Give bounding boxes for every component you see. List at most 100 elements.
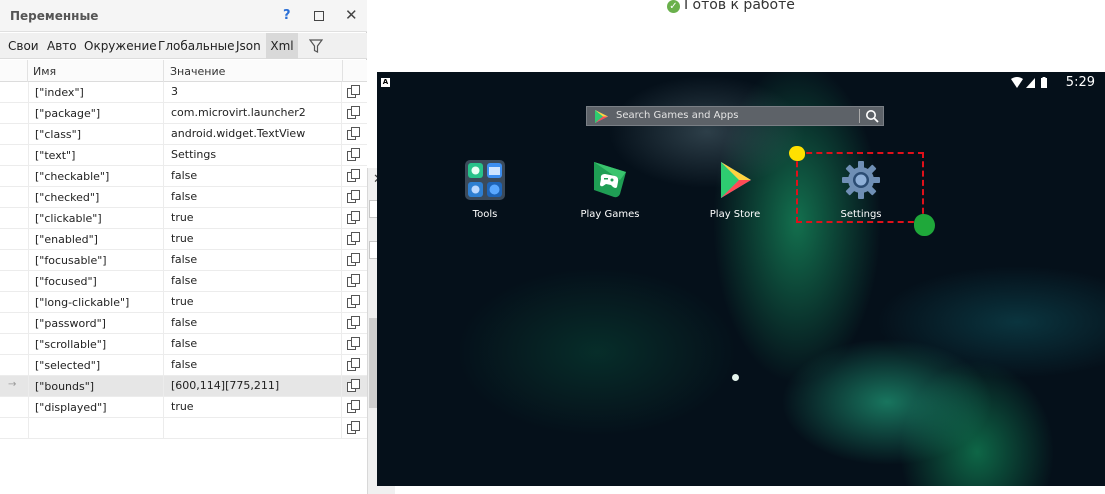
emulator-screen[interactable]: A 5:29 Search Games and Apps Tools Play …: [377, 72, 1105, 486]
copy-icon[interactable]: [347, 169, 360, 182]
variable-name: [28, 418, 164, 439]
table-row[interactable]: ["focusable"] false: [0, 250, 367, 271]
tools-folder-icon: [465, 160, 505, 200]
variable-name: ["scrollable"]: [28, 334, 164, 355]
copy-icon[interactable]: [347, 400, 360, 413]
variable-value[interactable]: Settings: [164, 145, 342, 166]
copy-icon[interactable]: [347, 211, 360, 224]
table-row[interactable]: ["focused"] false: [0, 271, 367, 292]
clock: 5:29: [1065, 75, 1095, 90]
tab-xml[interactable]: Xml: [266, 33, 298, 59]
play-store-icon: [721, 162, 751, 198]
copy-icon[interactable]: [347, 316, 360, 329]
copy-icon[interactable]: [347, 253, 360, 266]
tab-global[interactable]: Глобальные: [156, 33, 237, 59]
copy-icon[interactable]: [347, 148, 360, 161]
variable-value[interactable]: com.microvirt.launcher2: [164, 103, 342, 124]
search-icon[interactable]: [865, 109, 879, 123]
tab-svoi[interactable]: Свои: [6, 33, 41, 59]
copy-icon[interactable]: [347, 358, 360, 371]
background-scrollbar[interactable]: [369, 318, 377, 408]
android-status-bar: A 5:29: [377, 72, 1105, 94]
search-bar[interactable]: Search Games and Apps: [586, 106, 884, 126]
notification-icon: A: [381, 78, 390, 87]
table-body: ["index"] 3 ["package"] com.microvirt.la…: [0, 82, 367, 439]
variable-name: ["checkable"]: [28, 166, 164, 187]
app-play-games[interactable]: Play Games: [560, 160, 660, 220]
variable-name: ["selected"]: [28, 355, 164, 376]
tab-json[interactable]: Json: [234, 33, 263, 59]
table-row[interactable]: ["displayed"] true: [0, 397, 367, 418]
selection-highlight: [796, 152, 924, 223]
search-placeholder: Search Games and Apps: [616, 110, 739, 121]
app-label: Play Store: [709, 209, 761, 220]
maximize-icon[interactable]: [314, 11, 324, 21]
copy-icon[interactable]: [347, 421, 360, 434]
column-divider: [163, 60, 164, 82]
table-row[interactable]: ["text"] Settings: [0, 145, 367, 166]
tab-avto[interactable]: Авто: [45, 33, 79, 59]
variable-value[interactable]: false: [164, 187, 342, 208]
copy-icon[interactable]: [347, 85, 360, 98]
copy-icon[interactable]: [347, 295, 360, 308]
table-row[interactable]: ["index"] 3: [0, 82, 367, 103]
variable-name: ["password"]: [28, 313, 164, 334]
table-row[interactable]: [0, 418, 367, 439]
variables-panel: Переменные ? ✕ Свои Авто Окружение Глоба…: [0, 0, 367, 494]
variable-value[interactable]: false: [164, 313, 342, 334]
table-row[interactable]: → ["bounds"] [600,114][775,211]: [0, 376, 367, 397]
variable-name: ["checked"]: [28, 187, 164, 208]
variable-value[interactable]: 3: [164, 82, 342, 103]
column-divider: [342, 60, 343, 82]
copy-icon[interactable]: [347, 274, 360, 287]
tab-bar: Свои Авто Окружение Глобальные Json Xml: [0, 33, 367, 59]
tab-environment[interactable]: Окружение: [82, 33, 159, 59]
variable-value[interactable]: false: [164, 250, 342, 271]
table-row[interactable]: ["package"] com.microvirt.launcher2: [0, 103, 367, 124]
variable-value[interactable]: true: [164, 397, 342, 418]
close-icon[interactable]: ✕: [345, 6, 358, 24]
column-header-name[interactable]: Имя: [33, 65, 56, 78]
variable-value[interactable]: false: [164, 271, 342, 292]
table-row[interactable]: ["password"] false: [0, 313, 367, 334]
copy-icon[interactable]: [347, 190, 360, 203]
table-header: Имя Значение: [0, 60, 367, 82]
table-row[interactable]: ["long-clickable"] true: [0, 292, 367, 313]
table-row[interactable]: ["checked"] false: [0, 187, 367, 208]
copy-icon[interactable]: [347, 106, 360, 119]
app-tools[interactable]: Tools: [435, 160, 535, 220]
variable-value[interactable]: android.widget.TextView: [164, 124, 342, 145]
variable-value[interactable]: true: [164, 229, 342, 250]
table-row[interactable]: ["clickable"] true: [0, 208, 367, 229]
table-row[interactable]: ["scrollable"] false: [0, 334, 367, 355]
variable-name: ["text"]: [28, 145, 164, 166]
variable-value[interactable]: false: [164, 166, 342, 187]
variable-value[interactable]: false: [164, 334, 342, 355]
variable-value[interactable]: false: [164, 355, 342, 376]
variable-name: ["displayed"]: [28, 397, 164, 418]
app-play-store[interactable]: Play Store: [685, 160, 785, 220]
copy-icon[interactable]: [347, 337, 360, 350]
end-marker: [914, 214, 935, 236]
table-row[interactable]: ["class"] android.widget.TextView: [0, 124, 367, 145]
variable-name: ["bounds"]: [28, 376, 164, 397]
copy-icon[interactable]: [347, 232, 360, 245]
table-row[interactable]: ["selected"] false: [0, 355, 367, 376]
copy-icon[interactable]: [347, 127, 360, 140]
variable-name: ["long-clickable"]: [28, 292, 164, 313]
filter-icon[interactable]: [309, 39, 323, 53]
column-header-value[interactable]: Значение: [170, 65, 225, 78]
variable-name: ["focusable"]: [28, 250, 164, 271]
variable-value[interactable]: true: [164, 208, 342, 229]
help-button[interactable]: ?: [283, 8, 291, 23]
variable-name: ["enabled"]: [28, 229, 164, 250]
variable-value[interactable]: true: [164, 292, 342, 313]
copy-icon[interactable]: [347, 379, 360, 392]
table-row[interactable]: ["checkable"] false: [0, 166, 367, 187]
variable-name: ["package"]: [28, 103, 164, 124]
variable-value[interactable]: [600,114][775,211]: [164, 376, 342, 397]
table-row[interactable]: ["enabled"] true: [0, 229, 367, 250]
variable-name: ["clickable"]: [28, 208, 164, 229]
variable-value[interactable]: [164, 418, 342, 439]
start-marker: [789, 146, 805, 161]
